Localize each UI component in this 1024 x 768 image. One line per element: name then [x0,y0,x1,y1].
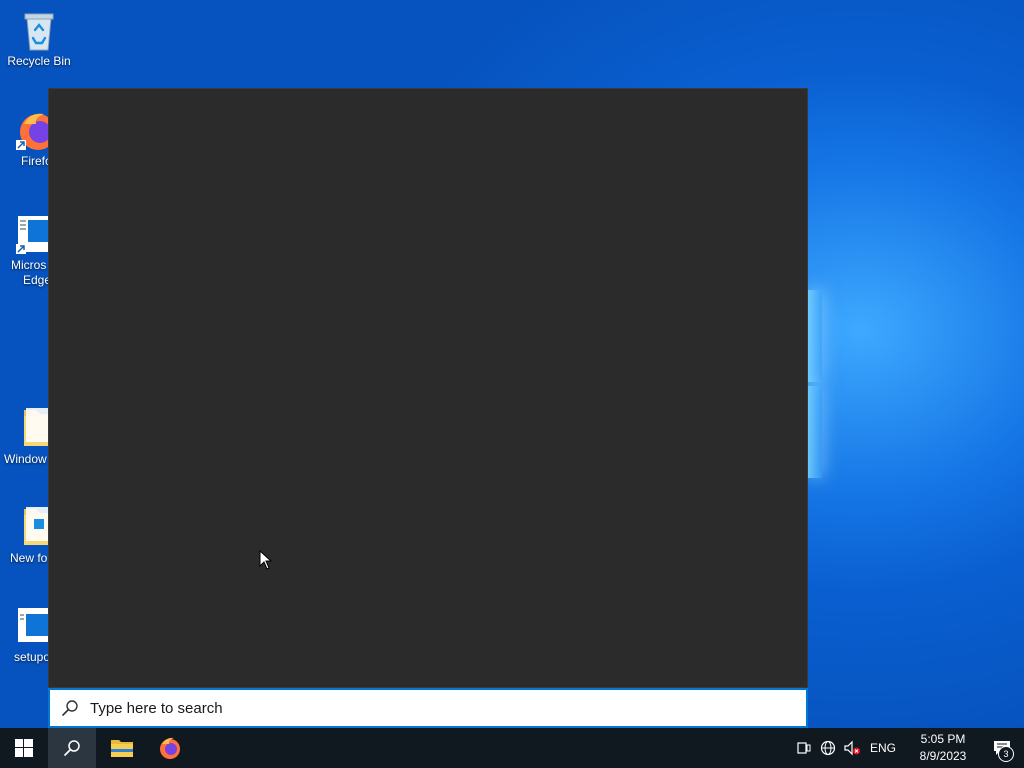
folder-icon [111,740,133,757]
mouse-cursor-icon [259,550,273,570]
clock[interactable]: 5:05 PM 8/9/2023 [906,731,980,765]
wallpaper-logo-pane-bottom [808,386,822,478]
firefox-icon [160,737,180,759]
windows-logo-icon [15,739,33,757]
people-icon[interactable] [792,728,816,768]
network-globe-icon[interactable] [816,728,840,768]
notification-count-badge: 3 [998,746,1014,762]
clock-date: 8/9/2023 [919,749,967,763]
recycle-bin-icon [24,13,54,51]
taskbar-file-explorer-button[interactable] [98,728,146,768]
search-box[interactable] [48,688,808,728]
start-button[interactable] [0,728,48,768]
language-indicator[interactable]: ENG [864,741,906,755]
wallpaper-logo-pane-top [808,290,822,382]
taskbar: ENG 5:05 PM 8/9/2023 3 [0,728,1024,768]
desktop-icon-label: Recycle Bin [7,54,71,68]
volume-muted-icon[interactable] [840,728,864,768]
system-tray: ENG 5:05 PM 8/9/2023 3 [792,728,1024,768]
search-input[interactable] [90,699,806,717]
taskbar-search-button[interactable] [48,728,96,768]
search-icon [64,740,80,756]
search-icon [50,690,90,726]
search-results-panel [48,88,808,688]
action-center-button[interactable]: 3 [980,728,1024,768]
desktop-icon-recycle-bin[interactable]: Recycle Bin [4,8,74,69]
taskbar-firefox-button[interactable] [146,728,194,768]
clock-time: 5:05 PM [920,732,966,746]
